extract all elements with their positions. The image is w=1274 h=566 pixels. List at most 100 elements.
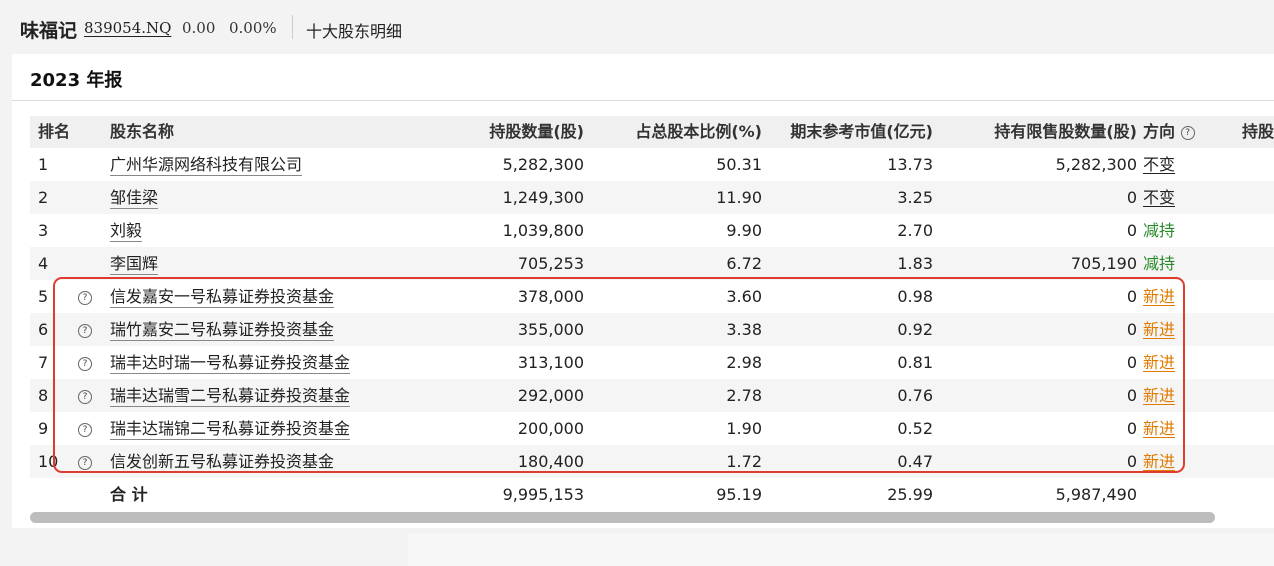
pct-cell: 9.90 [726,221,762,240]
restricted-cell: 0 [1126,419,1137,438]
shares-cell: 292,000 [517,386,584,405]
header-rank[interactable]: 排名 [38,116,70,148]
shares-cell: 180,400 [517,452,584,471]
direction-cell: 不变 [1143,181,1175,214]
shares-cell: 355,000 [517,320,584,339]
restricted-cell: 0 [1126,188,1137,207]
shareholder-name-link[interactable]: 信发嘉安一号私募证券投资基金 [110,287,335,308]
pct-cell: 2.78 [726,386,762,405]
help-icon[interactable]: ? [78,323,92,338]
stock-price: 0.00 [182,19,216,37]
help-icon-cell: ? [78,412,92,445]
shareholder-name-link[interactable]: 李国辉 [110,254,159,275]
rank-cell: 9 [38,419,49,438]
shares-cell: 705,253 [517,254,584,273]
shareholder-name-link[interactable]: 瑞丰达瑞锦二号私募证券投资基金 [110,419,351,440]
stock-change-pct: 0.00% [229,19,277,37]
help-icon[interactable]: ? [78,455,92,470]
help-icon[interactable]: ? [1180,125,1195,140]
help-icon[interactable]: ? [78,389,92,404]
value-cell: 0.98 [897,287,933,306]
shares-cell: 313,100 [517,353,584,372]
direction-cell: 新进 [1143,346,1175,379]
direction-link[interactable]: 新进 [1143,287,1175,306]
direction-cell: 新进 [1143,412,1175,445]
rank-cell: 8 [38,386,49,405]
shareholder-name-link[interactable]: 瑞丰达瑞雪二号私募证券投资基金 [110,386,351,407]
table-row: 8? 瑞丰达瑞雪二号私募证券投资基金 292,000 2.78 0.76 0 新进 [30,379,1274,412]
direction-link[interactable]: 新进 [1143,386,1175,405]
direction-link[interactable]: 新进 [1143,320,1175,339]
table-row: 3 刘毅 1,039,800 9.90 2.70 0 减持 [30,214,1274,247]
divider [292,15,293,39]
direction-link[interactable]: 新进 [1143,419,1175,438]
total-value: 25.99 [887,485,933,504]
help-icon[interactable]: ? [78,356,92,371]
divider [12,100,1274,101]
header-direction[interactable]: 方向 ? [1143,116,1195,148]
pct-cell: 50.31 [716,155,762,174]
help-icon-cell: ? [78,280,92,313]
header-name[interactable]: 股东名称 [110,116,174,148]
header-more[interactable]: 持股 [1242,116,1274,148]
shareholder-name-link[interactable]: 刘毅 [110,221,143,242]
direction-cell: 新进 [1143,313,1175,346]
header-pct[interactable]: 占总股本比例(%) [635,116,762,148]
report-panel: 2023 年报 排名 股东名称 持股数量(股) 占总股本比例(%) 期末参考市值… [12,54,1274,566]
header-value[interactable]: 期末参考市值(亿元) [790,116,933,148]
direction-link[interactable]: 新进 [1143,353,1175,372]
rank-cell: 10 [38,452,59,471]
section-title: 2023 年报 [30,70,123,91]
direction-link[interactable]: 减持 [1143,221,1175,240]
direction-cell: 新进 [1143,280,1175,313]
shareholder-name-link[interactable]: 邹佳梁 [110,188,159,209]
table-row: 1 广州华源网络科技有限公司 5,282,300 50.31 13.73 5,282,30… [30,148,1274,181]
table-row: 2 邹佳梁 1,249,300 11.90 3.25 0 不变 [30,181,1274,214]
direction-cell: 新进 [1143,445,1175,478]
help-icon[interactable]: ? [78,422,92,437]
help-icon[interactable]: ? [78,290,92,305]
shareholder-name-link[interactable]: 广州华源网络科技有限公司 [110,155,303,176]
restricted-cell: 0 [1126,386,1137,405]
top-bar: 味福记 839054.NQ 0.00 0.00% 十大股东明细 [0,0,1274,52]
header-shares[interactable]: 持股数量(股) [489,116,584,148]
restricted-cell: 0 [1126,452,1137,471]
table-row: 7? 瑞丰达时瑞一号私募证券投资基金 313,100 2.98 0.81 0 新进 [30,346,1274,379]
rank-cell: 3 [38,221,49,240]
help-icon-cell: ? [78,313,92,346]
rank-cell: 7 [38,353,49,372]
shareholder-name-link[interactable]: 瑞丰达时瑞一号私募证券投资基金 [110,353,351,374]
value-cell: 1.83 [897,254,933,273]
restricted-cell: 0 [1126,287,1137,306]
direction-link[interactable]: 新进 [1143,452,1175,471]
shareholder-name-cell: 瑞丰达瑞锦二号私募证券投资基金 [110,412,351,445]
shareholder-name-link[interactable]: 信发创新五号私募证券投资基金 [110,452,335,473]
rank-cell: 1 [38,155,49,174]
total-row: 合 计 9,995,153 95.19 25.99 5,987,490 [30,478,1274,511]
help-icon-cell: ? [78,445,92,478]
page-title: 十大股东明细 [306,22,403,41]
direction-link[interactable]: 不变 [1143,155,1175,174]
shareholder-name-link[interactable]: 瑞竹嘉安二号私募证券投资基金 [110,320,335,341]
direction-cell: 新进 [1143,379,1175,412]
horizontal-scrollbar[interactable] [30,512,1215,523]
rank-cell: 6 [38,320,49,339]
pct-cell: 6.72 [726,254,762,273]
stock-name[interactable]: 味福记 [20,16,77,43]
shareholder-name-cell: 李国辉 [110,247,159,280]
table-row: 5? 信发嘉安一号私募证券投资基金 378,000 3.60 0.98 0 新进 [30,280,1274,313]
value-cell: 2.70 [897,221,933,240]
shareholder-name-cell: 瑞竹嘉安二号私募证券投资基金 [110,313,335,346]
header-restricted[interactable]: 持有限售股数量(股) [994,116,1137,148]
stock-code-link[interactable]: 839054.NQ [84,19,171,37]
shares-cell: 1,249,300 [502,188,584,207]
value-cell: 0.52 [897,419,933,438]
pct-cell: 3.38 [726,320,762,339]
pct-cell: 3.60 [726,287,762,306]
restricted-cell: 705,190 [1070,254,1137,273]
direction-link[interactable]: 减持 [1143,254,1175,273]
total-pct: 95.19 [716,485,762,504]
direction-link[interactable]: 不变 [1143,188,1175,207]
total-label: 合 计 [110,485,148,504]
restricted-cell: 0 [1126,221,1137,240]
